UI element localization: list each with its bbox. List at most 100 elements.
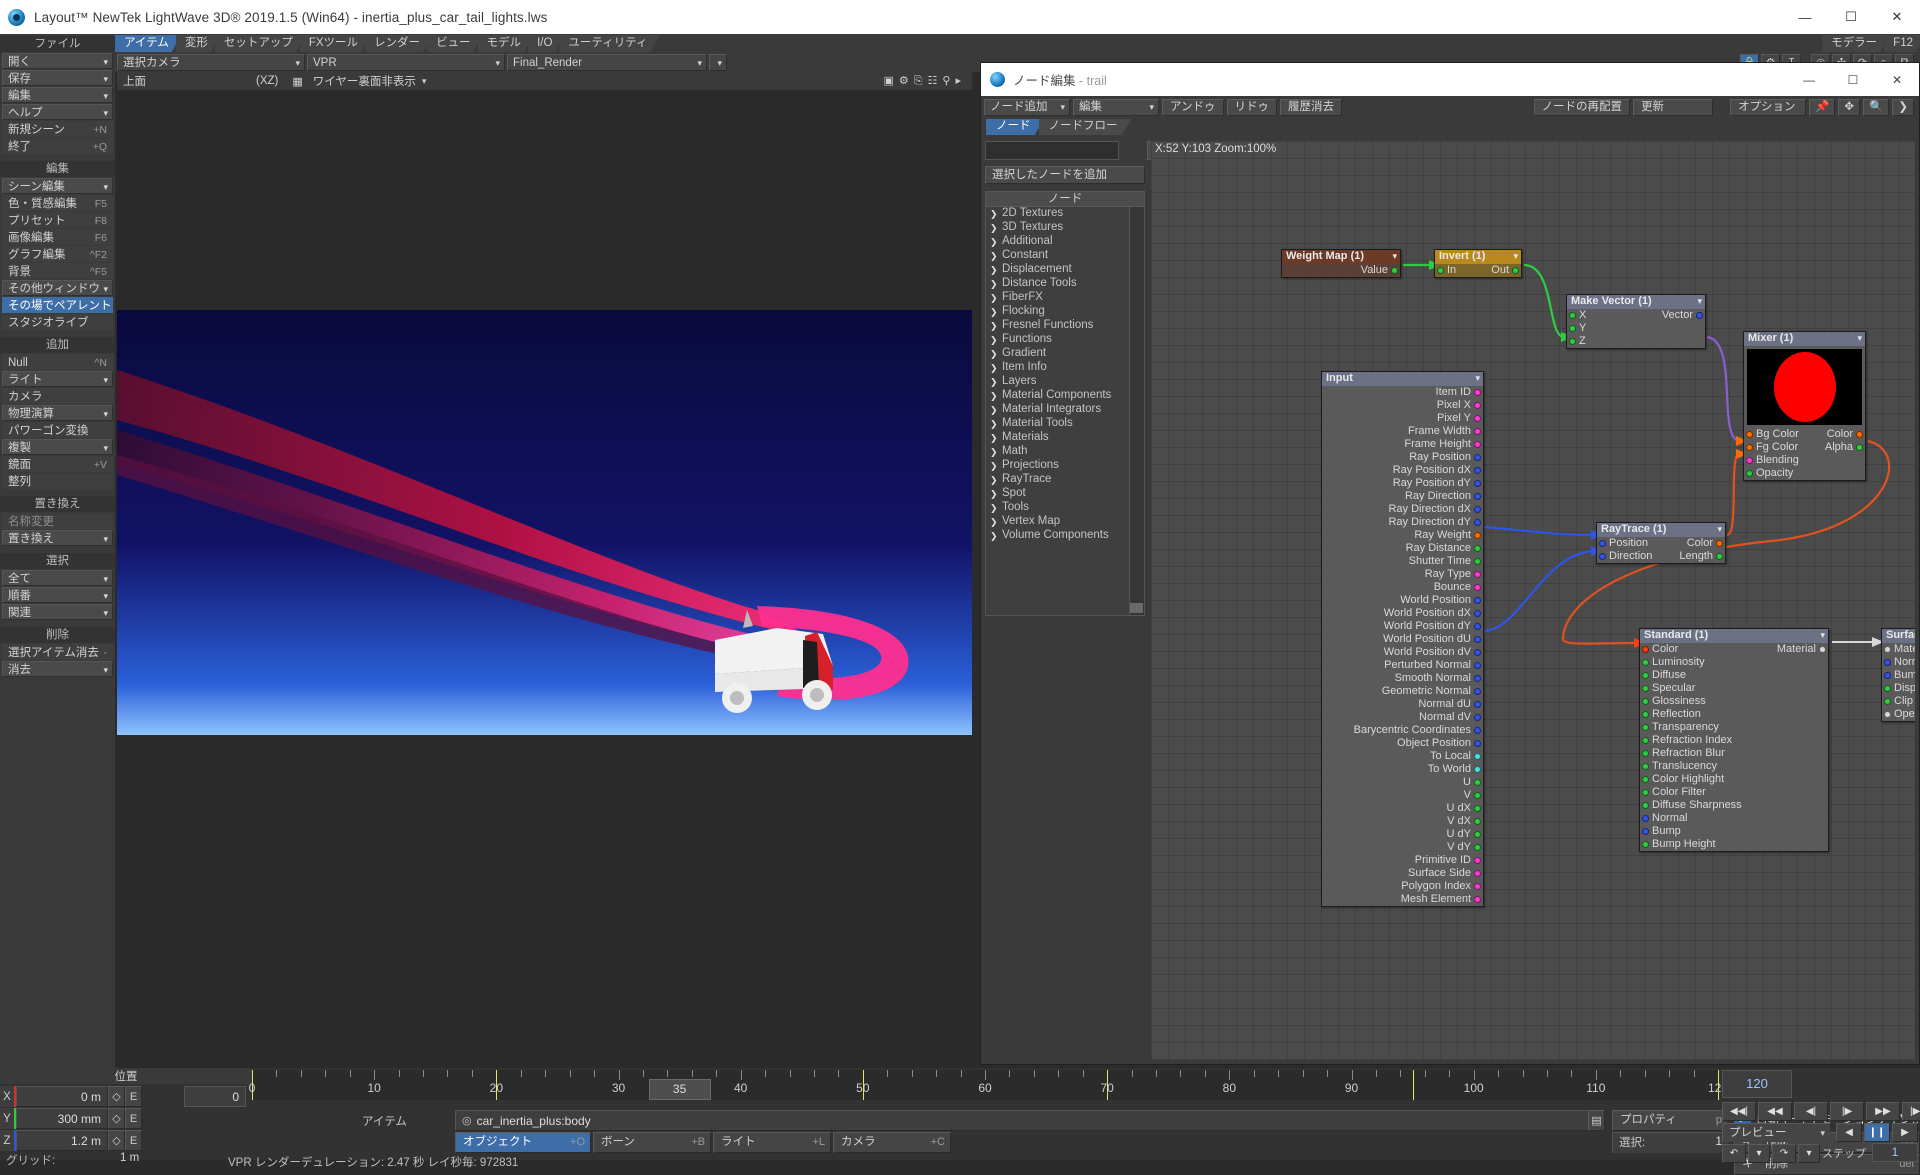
port-dot-input[interactable] xyxy=(1599,553,1606,560)
edit-dropdown[interactable]: 編集 ▾ xyxy=(1073,98,1159,116)
render-preset-extra-dropdown[interactable]: ▾ xyxy=(709,53,727,71)
node-mixer[interactable]: Mixer (1) ▾ Bg Color Color Fg Color Alpha Blen… xyxy=(1743,331,1866,481)
node-port-row[interactable]: Item ID xyxy=(1322,386,1483,399)
axis-value-field[interactable]: 0 m xyxy=(16,1086,108,1107)
tab-6[interactable]: モデル xyxy=(478,35,534,52)
node-port-row[interactable]: Bg Color Color xyxy=(1744,428,1865,441)
sidebar-item-0-4[interactable]: 新規シーン +N xyxy=(2,121,113,137)
port-dot-output[interactable] xyxy=(1474,532,1481,539)
viewport-shading-mode[interactable]: ワイヤー裏面非表示 xyxy=(313,73,416,89)
sidebar-item-3-1[interactable]: 置き換え ▾ xyxy=(2,530,113,546)
node-port-row[interactable]: Object Position xyxy=(1322,737,1483,750)
node-port-row[interactable]: Pixel Y xyxy=(1322,412,1483,425)
port-dot-output[interactable] xyxy=(1474,740,1481,747)
port-dot-output[interactable] xyxy=(1474,857,1481,864)
port-dot-output[interactable] xyxy=(1474,454,1481,461)
render-mode-dropdown[interactable]: VPR ▾ xyxy=(307,53,505,71)
chevron-down-icon[interactable]: ▾ xyxy=(1717,523,1722,536)
node-port-row[interactable]: Geometric Normal xyxy=(1322,685,1483,698)
scrollbar-thumb[interactable] xyxy=(1130,603,1143,613)
port-dot-input[interactable] xyxy=(1642,737,1649,744)
chevron-down-icon[interactable]: ▾ xyxy=(1748,1144,1770,1163)
pause-button[interactable]: ❙❙ xyxy=(1864,1123,1890,1142)
sidebar-item-2-4[interactable]: パワーゴン変換 xyxy=(2,422,113,438)
node-port-row[interactable]: Displacement xyxy=(1882,682,1915,695)
node-category-item[interactable]: ❯ Fresnel Functions xyxy=(986,319,1144,333)
node-port-row[interactable]: V dX xyxy=(1322,815,1483,828)
sidebar-item-1-2[interactable]: プリセット F8 xyxy=(2,212,113,228)
node-port-row[interactable]: Fg Color Alpha xyxy=(1744,441,1865,454)
item-selector[interactable]: ◎ car_inertia_plus:body ▾ xyxy=(455,1110,1605,1131)
transport-button-3[interactable]: |▶ xyxy=(1830,1102,1864,1121)
sidebar-item-0-5[interactable]: 終了 +Q xyxy=(2,138,113,154)
node-port-row[interactable]: World Position dU xyxy=(1322,633,1483,646)
node-category-item[interactable]: ❯ RayTrace xyxy=(986,473,1144,487)
port-dot-input[interactable] xyxy=(1746,470,1753,477)
port-dot-input[interactable] xyxy=(1884,659,1891,666)
node-category-item[interactable]: ❯ Item Info xyxy=(986,361,1144,375)
port-dot-output[interactable] xyxy=(1474,480,1481,487)
sidebar-item-0-3[interactable]: ヘルプ ▾ xyxy=(2,104,113,120)
axis-lock-icon[interactable]: ◇ xyxy=(108,1108,125,1129)
rearrange-nodes-button[interactable]: ノードの再配置 xyxy=(1533,98,1631,116)
node-port-row[interactable]: World Position dY xyxy=(1322,620,1483,633)
node-category-item[interactable]: ❯ Tools xyxy=(986,501,1144,515)
port-dot-input[interactable] xyxy=(1642,815,1649,822)
viewport-header-icons[interactable]: ▣⚙⎘☷⚲▸ xyxy=(884,74,967,88)
port-dot-output[interactable] xyxy=(1474,805,1481,812)
sidebar-item-4-1[interactable]: 順番 ▾ xyxy=(2,587,113,603)
port-dot-input[interactable] xyxy=(1642,763,1649,770)
node-port-row[interactable]: Translucency xyxy=(1640,760,1828,773)
axis-lock-icon[interactable]: ◇ xyxy=(108,1086,125,1107)
port-dot-input[interactable] xyxy=(1437,267,1444,274)
port-dot-input[interactable] xyxy=(1642,711,1649,718)
port-dot-input[interactable] xyxy=(1642,789,1649,796)
node-port-row[interactable]: Ray Position xyxy=(1322,451,1483,464)
port-dot-output[interactable] xyxy=(1474,415,1481,422)
tab-7[interactable]: I/O xyxy=(528,35,564,52)
port-dot-input[interactable] xyxy=(1642,776,1649,783)
port-dot-output[interactable] xyxy=(1474,779,1481,786)
chevron-right-icon[interactable]: ❯ xyxy=(990,404,998,417)
node-category-item[interactable]: ❯ Material Components xyxy=(986,389,1144,403)
port-dot-input[interactable] xyxy=(1642,841,1649,848)
undo-button[interactable]: アンドゥ xyxy=(1162,98,1224,116)
item-list-icon[interactable]: ▤ xyxy=(1588,1110,1605,1131)
timeline-ruler[interactable]: 010203040506070809010011012035 xyxy=(249,1070,1728,1100)
port-dot-output[interactable] xyxy=(1391,267,1398,274)
preview-dropdown[interactable]: プレビュー ▾ xyxy=(1722,1123,1830,1142)
node-editor-window[interactable]: ノード編集 - trail — ☐ ✕ ノード追加 ▾ 編集 ▾ アンドゥ リド… xyxy=(980,62,1920,1065)
right-tab-0[interactable]: モデラー xyxy=(1822,35,1889,52)
node-port-row[interactable]: Refraction Blur xyxy=(1640,747,1828,760)
node-category-item[interactable]: ❯ 2D Textures xyxy=(986,207,1144,221)
chevron-down-icon[interactable]: ▾ xyxy=(1475,372,1480,385)
port-dot-output[interactable] xyxy=(1474,818,1481,825)
node-port-row[interactable]: V dY xyxy=(1322,841,1483,854)
port-dot-output[interactable] xyxy=(1474,870,1481,877)
node-port-row[interactable]: Y xyxy=(1567,322,1705,335)
chevron-right-icon[interactable]: ❯ xyxy=(990,222,998,235)
port-dot-input[interactable] xyxy=(1642,698,1649,705)
chevron-right-icon[interactable]: ❯ xyxy=(990,264,998,277)
node-port-row[interactable]: To World xyxy=(1322,763,1483,776)
chevron-down-icon[interactable]: ▾ xyxy=(1857,332,1862,345)
node-port-row[interactable]: Blending xyxy=(1744,454,1865,467)
node-port-row[interactable]: Color Filter xyxy=(1640,786,1828,799)
port-dot-output[interactable] xyxy=(1474,753,1481,760)
node-port-row[interactable]: Glossiness xyxy=(1640,695,1828,708)
node-category-item[interactable]: ❯ 3D Textures xyxy=(986,221,1144,235)
node-port-row[interactable]: Diffuse Sharpness xyxy=(1640,799,1828,812)
sidebar-item-1-5[interactable]: 背景 ^F5 xyxy=(2,263,113,279)
port-dot-input[interactable] xyxy=(1642,802,1649,809)
node-port-row[interactable]: In Out xyxy=(1435,264,1521,277)
node-port-row[interactable]: Bump xyxy=(1640,825,1828,838)
node-header[interactable]: Weight Map (1) ▾ xyxy=(1282,250,1400,264)
node-port-row[interactable]: Reflection xyxy=(1640,708,1828,721)
node-port-row[interactable]: Ray Type xyxy=(1322,568,1483,581)
port-dot-output[interactable] xyxy=(1474,831,1481,838)
mode-button-1[interactable]: ボーン +B xyxy=(593,1132,711,1153)
node-port-row[interactable]: Color Highlight xyxy=(1640,773,1828,786)
node-port-row[interactable]: U xyxy=(1322,776,1483,789)
port-dot-output[interactable] xyxy=(1474,727,1481,734)
node-weight-map[interactable]: Weight Map (1) ▾ Value xyxy=(1281,249,1401,278)
